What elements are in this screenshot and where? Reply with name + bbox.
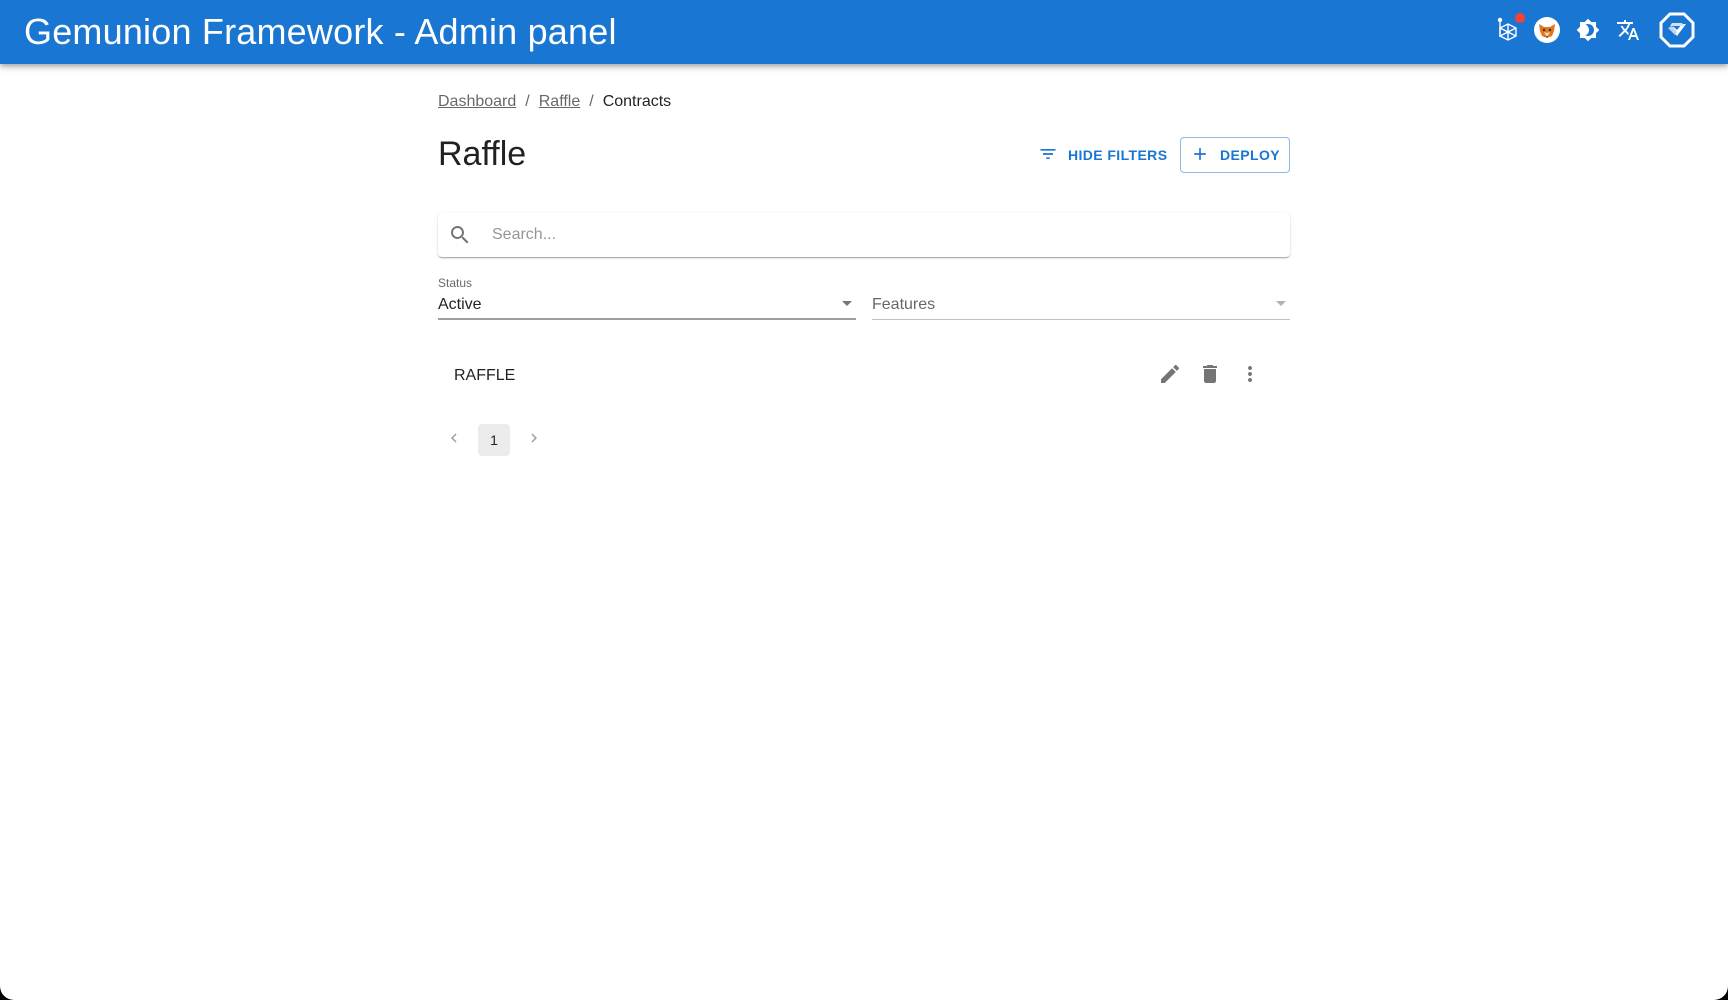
dropdown-arrow-icon <box>842 301 852 306</box>
profile-logo-button[interactable] <box>1655 10 1699 54</box>
theme-toggle-icon <box>1576 18 1600 47</box>
breadcrumb-raffle[interactable]: Raffle <box>539 90 581 114</box>
app-bar: Gemunion Framework - Admin panel <box>0 0 1728 64</box>
search-box <box>438 213 1290 257</box>
network-button[interactable] <box>1488 12 1528 52</box>
chevron-right-icon <box>525 429 543 452</box>
list-item[interactable]: RAFFLE <box>438 352 1290 400</box>
chevron-left-icon <box>445 429 463 452</box>
edit-button[interactable] <box>1150 356 1190 396</box>
delete-button[interactable] <box>1190 356 1230 396</box>
breadcrumb-dashboard[interactable]: Dashboard <box>438 90 516 114</box>
deploy-button[interactable]: DEPLOY <box>1180 137 1290 173</box>
list-item-actions <box>1150 356 1270 396</box>
hide-filters-button[interactable]: HIDE FILTERS <box>1028 137 1177 173</box>
language-button[interactable] <box>1608 12 1648 52</box>
plus-icon <box>1190 144 1210 167</box>
app-title[interactable]: Gemunion Framework - Admin panel <box>24 10 617 54</box>
trash-icon <box>1198 362 1222 391</box>
features-select[interactable]: Features <box>872 274 1290 320</box>
pagination: 1 <box>438 424 550 456</box>
edit-pencil-icon <box>1158 362 1182 391</box>
previous-page-button[interactable] <box>438 424 470 456</box>
breadcrumb-separator: / <box>589 93 594 110</box>
page-button-1[interactable]: 1 <box>478 424 510 456</box>
app-window: Gemunion Framework - Admin panel Dashboa… <box>0 0 1728 1000</box>
page-title: Raffle <box>438 135 527 173</box>
search-icon <box>448 223 472 247</box>
status-select[interactable]: Status Active <box>438 274 856 320</box>
notification-dot <box>1515 13 1525 23</box>
deploy-label: DEPLOY <box>1220 147 1280 163</box>
hide-filters-label: HIDE FILTERS <box>1068 147 1168 163</box>
list-item-title: RAFFLE <box>454 367 516 384</box>
theme-toggle-button[interactable] <box>1568 12 1608 52</box>
breadcrumb-current: Contracts <box>602 93 672 110</box>
dropdown-arrow-icon <box>1276 301 1286 306</box>
next-page-button[interactable] <box>518 424 550 456</box>
translate-icon <box>1616 18 1640 47</box>
features-placeholder: Features <box>872 296 936 313</box>
status-underline <box>438 318 856 320</box>
filter-list-icon <box>1038 144 1058 167</box>
search-input[interactable] <box>492 226 1290 244</box>
features-underline <box>872 319 1290 320</box>
gemunion-logo-icon <box>1659 12 1695 53</box>
status-label: Status <box>438 276 473 290</box>
breadcrumb-separator: / <box>525 93 530 110</box>
more-vertical-icon <box>1238 362 1262 391</box>
metamask-fox-icon <box>1533 16 1561 49</box>
status-value: Active <box>438 296 482 313</box>
more-options-button[interactable] <box>1230 356 1270 396</box>
metamask-button[interactable] <box>1527 12 1567 52</box>
breadcrumb: Dashboard / Raffle / Contracts <box>438 90 671 114</box>
